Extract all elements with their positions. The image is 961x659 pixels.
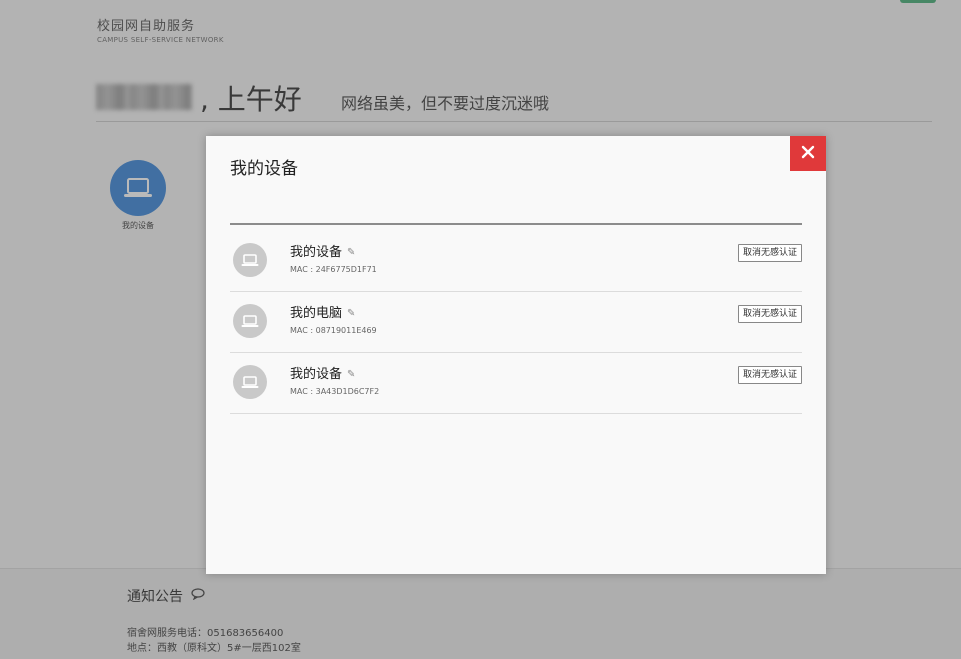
device-row: 我的设备 ✎ MAC : 3A43D1D6C7F2 取消无感认证 (230, 353, 802, 414)
pencil-icon[interactable]: ✎ (347, 247, 355, 258)
device-name-label: 我的电脑 (290, 306, 343, 321)
close-button[interactable] (790, 136, 826, 171)
close-icon (801, 144, 815, 163)
device-name: 我的设备 ✎ (290, 241, 355, 260)
my-devices-dialog: 我的设备 我的设备 ✎ MAC : 24F6775D1F71 取消无感认证 我的… (206, 136, 826, 574)
device-name: 我的电脑 ✎ (290, 302, 355, 321)
device-name: 我的设备 ✎ (290, 363, 355, 382)
device-mac: MAC : 24F6775D1F71 (290, 265, 377, 274)
device-row: 我的设备 ✎ MAC : 24F6775D1F71 取消无感认证 (230, 231, 802, 292)
dialog-divider (230, 223, 802, 225)
device-list: 我的设备 ✎ MAC : 24F6775D1F71 取消无感认证 我的电脑 ✎ MA… (230, 231, 802, 414)
device-mac: MAC : 08719011E469 (290, 326, 377, 335)
device-name-label: 我的设备 (290, 245, 343, 260)
pencil-icon[interactable]: ✎ (347, 369, 355, 380)
device-row: 我的电脑 ✎ MAC : 08719011E469 取消无感认证 (230, 292, 802, 353)
pencil-icon[interactable]: ✎ (347, 308, 355, 319)
cancel-seamless-auth-button[interactable]: 取消无感认证 (737, 305, 802, 323)
dialog-title: 我的设备 (230, 159, 298, 179)
cancel-seamless-auth-button[interactable]: 取消无感认证 (737, 366, 802, 384)
device-name-label: 我的设备 (290, 367, 343, 382)
laptop-icon (233, 243, 267, 277)
app-root: 校园网自助服务 CAMPUS SELF-SERVICE NETWORK , 上午… (0, 0, 961, 659)
device-mac: MAC : 3A43D1D6C7F2 (290, 387, 380, 396)
laptop-icon (233, 365, 267, 399)
cancel-seamless-auth-button[interactable]: 取消无感认证 (737, 244, 802, 262)
laptop-icon (233, 304, 267, 338)
